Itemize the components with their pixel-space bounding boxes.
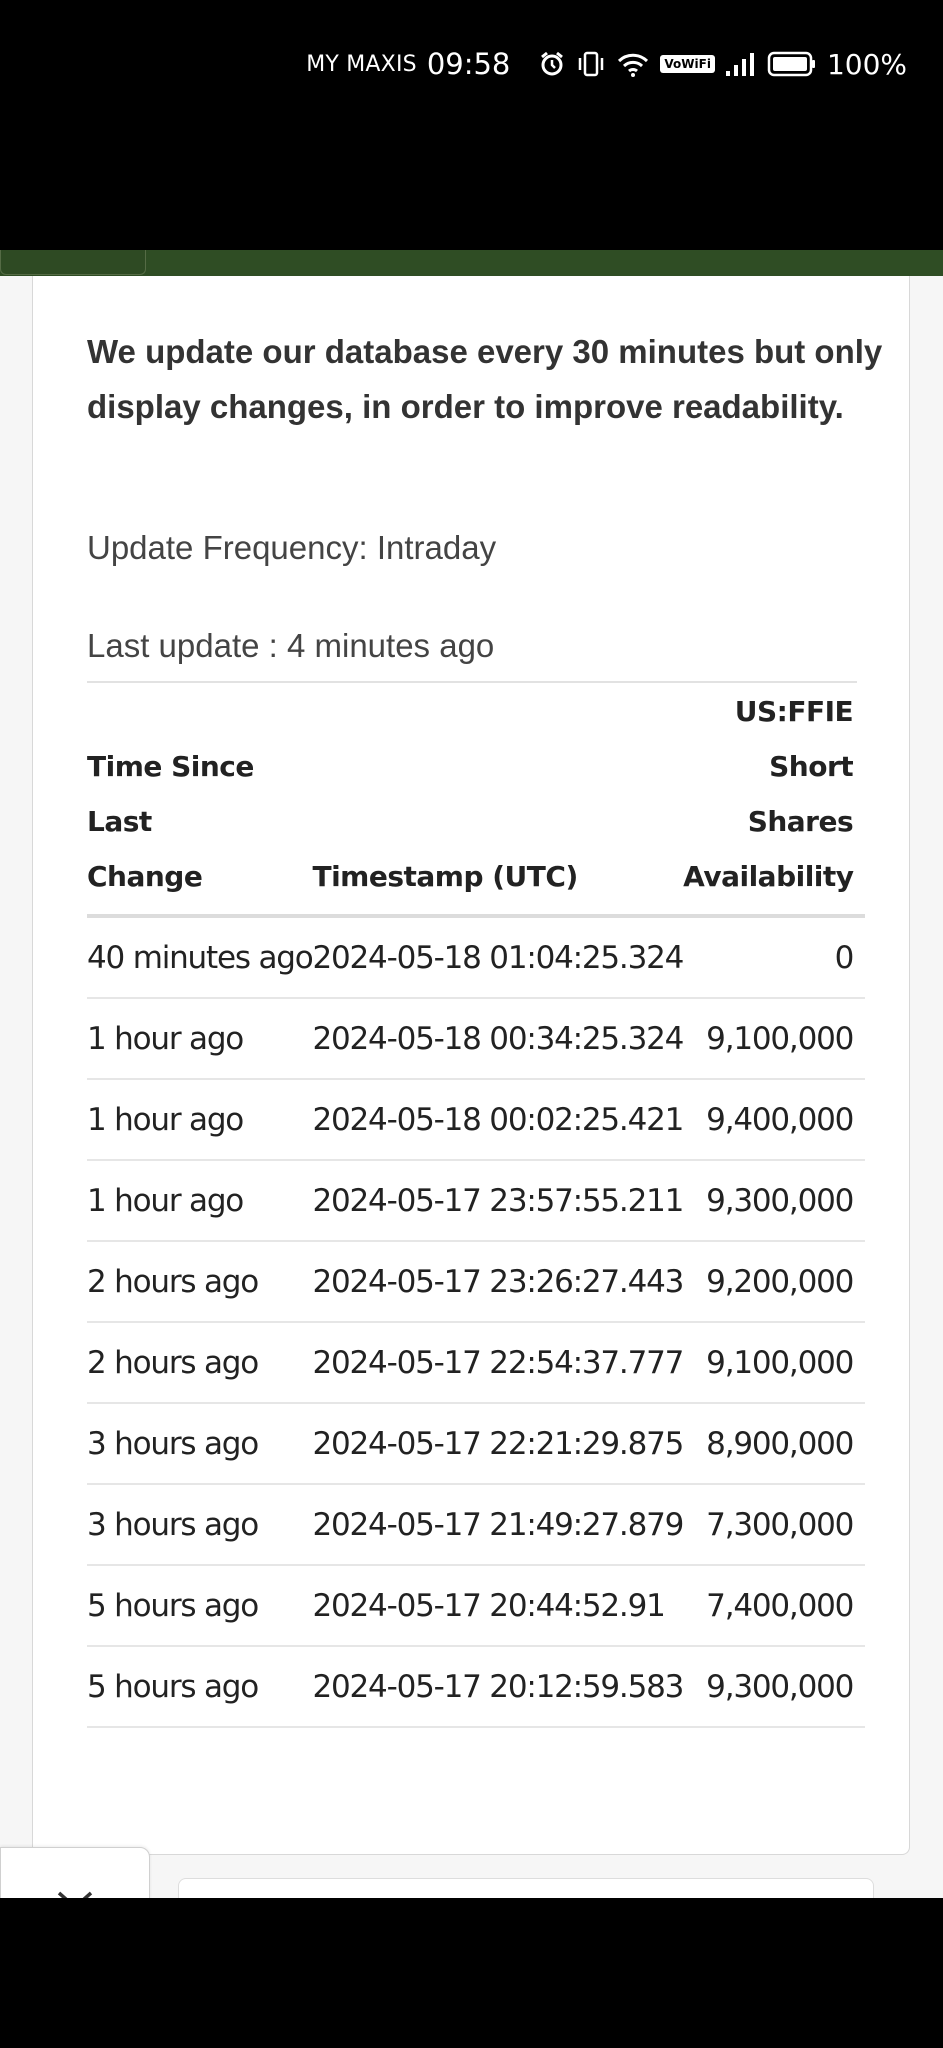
row-time-since: 2 hours ago <box>87 1241 313 1323</box>
row-availability: 9,200,000 <box>683 1241 866 1323</box>
status-bar: MY MAXIS 09:58 VoWiFi 100% <box>0 0 943 250</box>
row-availability: 0 <box>683 916 866 999</box>
table-row: 5 hours ago 2024-05-17 20:12:59.583 9,300,… <box>87 1646 866 1728</box>
update-frequency: Update Frequency: Intraday <box>87 529 497 566</box>
divider <box>87 681 857 683</box>
row-time-since: 3 hours ago <box>87 1403 313 1485</box>
row-availability: 9,100,000 <box>683 998 866 1080</box>
table-row: 1 hour ago 2024-05-18 00:02:25.421 9,400,0… <box>87 1079 866 1161</box>
table-row: 3 hours ago 2024-05-17 22:21:29.875 8,900,… <box>87 1403 866 1485</box>
row-availability: 9,100,000 <box>683 1322 866 1404</box>
carrier-label: MY MAXIS <box>306 51 417 77</box>
signal-icon <box>725 51 757 77</box>
battery-percentage: 100% <box>826 47 907 81</box>
next-card <box>178 1878 874 1898</box>
table-row: 1 hour ago 2024-05-17 23:57:55.211 9,300,0… <box>87 1160 866 1242</box>
row-availability: 7,300,000 <box>683 1484 866 1566</box>
row-availability: 9,300,000 <box>683 1646 866 1728</box>
last-update: Last update : 4 minutes ago <box>87 627 495 664</box>
vibrate-icon <box>576 50 606 78</box>
table-row: 5 hours ago 2024-05-17 20:44:52.91 7,400,0… <box>87 1565 866 1647</box>
row-time-since: 40 minutes ago <box>87 916 314 999</box>
wifi-6-icon <box>616 50 650 78</box>
col-header-timestamp: Timestamp (UTC) <box>312 684 684 918</box>
status-time: 09:58 <box>426 47 511 81</box>
table-row: 2 hours ago 2024-05-17 23:26:27.443 9,200,… <box>87 1241 866 1323</box>
table-row: 40 minutes ago 2024-05-18 01:04:25.324 0 <box>87 916 866 999</box>
battery-icon <box>767 50 817 78</box>
collapse-toggle[interactable] <box>0 1847 150 1898</box>
row-timestamp: 2024-05-17 22:21:29.875 <box>312 1403 684 1485</box>
short-availability-table: Time Since Last Change Timestamp (UTC) U… <box>87 684 866 1728</box>
table-row: 2 hours ago 2024-05-17 22:54:37.777 9,100,… <box>87 1322 866 1404</box>
header-tab[interactable] <box>0 250 146 275</box>
table-header-row: Time Since Last Change Timestamp (UTC) U… <box>87 684 866 918</box>
vowifi-icon: VoWiFi <box>660 55 715 73</box>
col-header-time-since: Time Since Last Change <box>87 684 313 918</box>
row-availability: 9,300,000 <box>683 1160 866 1242</box>
row-timestamp: 2024-05-17 20:12:59.583 <box>312 1646 684 1728</box>
update-description: We update our database every 30 minutes … <box>87 333 883 425</box>
system-nav-bar <box>0 1898 943 2048</box>
row-time-since: 5 hours ago <box>87 1646 313 1728</box>
row-timestamp: 2024-05-17 22:54:37.777 <box>312 1322 684 1404</box>
row-time-since: 3 hours ago <box>87 1484 313 1566</box>
row-time-since: 5 hours ago <box>87 1565 313 1647</box>
page-content: We update our database every 30 minutes … <box>0 276 943 1898</box>
row-timestamp: 2024-05-17 23:57:55.211 <box>312 1160 684 1242</box>
row-time-since: 1 hour ago <box>87 998 313 1080</box>
row-timestamp: 2024-05-18 01:04:25.324 <box>312 916 684 999</box>
alarm-icon <box>538 50 566 78</box>
table-row: 1 hour ago 2024-05-18 00:34:25.324 9,100,0… <box>87 998 866 1080</box>
table-row: 3 hours ago 2024-05-17 21:49:27.879 7,300,… <box>87 1484 866 1566</box>
row-timestamp: 2024-05-18 00:02:25.421 <box>312 1079 684 1161</box>
row-availability: 9,400,000 <box>683 1079 866 1161</box>
row-availability: 8,900,000 <box>683 1403 866 1485</box>
short-availability-card: We update our database every 30 minutes … <box>32 276 910 1855</box>
row-time-since: 2 hours ago <box>87 1322 313 1404</box>
row-timestamp: 2024-05-18 00:34:25.324 <box>312 998 684 1080</box>
row-time-since: 1 hour ago <box>87 1160 313 1242</box>
row-timestamp: 2024-05-17 20:44:52.91 <box>312 1565 684 1647</box>
row-timestamp: 2024-05-17 21:49:27.879 <box>312 1484 684 1566</box>
col-header-availability: US:FFIE Short Shares Availability <box>683 684 866 918</box>
row-timestamp: 2024-05-17 23:26:27.443 <box>312 1241 684 1323</box>
row-availability: 7,400,000 <box>683 1565 866 1647</box>
chevron-down-icon <box>55 1887 95 1898</box>
row-time-since: 1 hour ago <box>87 1079 313 1161</box>
